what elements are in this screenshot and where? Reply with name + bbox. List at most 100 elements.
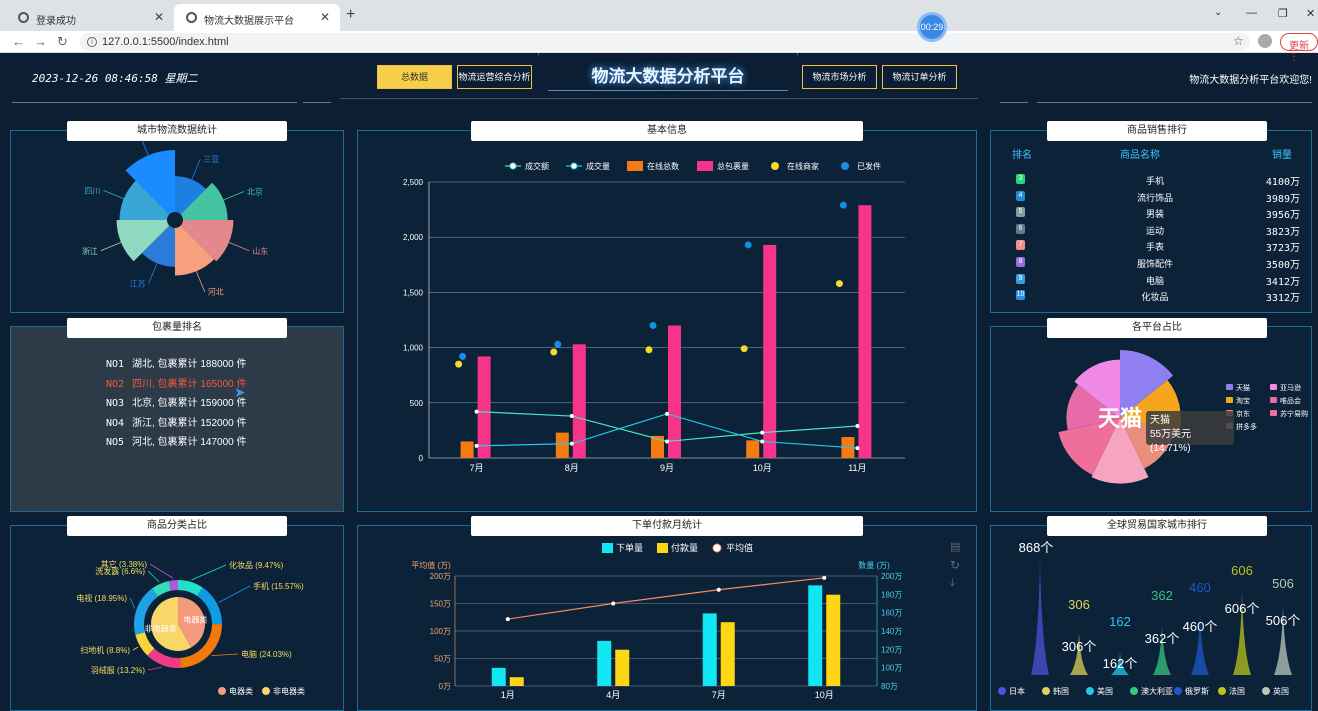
rank-number: NO4: [106, 417, 125, 429]
close-icon[interactable]: ✕: [320, 10, 330, 24]
category-label: 扫地机 (8.8%): [80, 645, 130, 655]
x-tick-label: 1月: [501, 690, 515, 700]
nav-total-data[interactable]: 总数据: [377, 65, 452, 89]
category-leader-line: [218, 585, 251, 603]
city-label: 浙江: [82, 246, 98, 256]
divider: [1037, 102, 1312, 103]
line-成交额: [476, 411, 858, 443]
category-label: 其它 (3.38%): [101, 559, 148, 569]
recording-timer: 00:29: [917, 12, 947, 42]
legend-label: 付款量: [671, 542, 698, 553]
legend-swatch: [570, 162, 578, 170]
minimize-button[interactable]: —: [1246, 7, 1257, 19]
global-title: 全球贸易国家城市排行: [1047, 516, 1267, 536]
platform-title: 各平台占比: [1047, 318, 1267, 338]
tab-search-icon[interactable]: ⌄: [1214, 7, 1222, 18]
back-icon[interactable]: ←: [12, 34, 25, 49]
right-tick-label: 120万: [881, 645, 902, 654]
city-label: 河北: [208, 287, 224, 297]
spike-value-label: 868个: [1019, 540, 1054, 555]
bookmark-star-icon[interactable]: ☆: [1233, 34, 1244, 48]
point-已发件: [459, 352, 467, 360]
close-window-button[interactable]: ✕: [1306, 7, 1315, 20]
restore-icon[interactable]: ↻: [950, 558, 960, 572]
line-point: [716, 587, 721, 592]
welcome-text: 物流大数据分析平台欢迎您!: [1189, 75, 1312, 86]
rank-badge: 5: [1016, 207, 1025, 218]
rank-number: NO2: [106, 378, 125, 390]
bar-下单量: [702, 613, 717, 686]
category-leader-line: [129, 597, 136, 609]
line-point: [665, 439, 669, 444]
platform-center-label: 天猫: [1098, 406, 1142, 431]
y-tick-label: 2,000: [403, 233, 424, 242]
x-tick-label: 4月: [606, 690, 620, 700]
forward-icon[interactable]: →: [34, 34, 47, 49]
bar-总包裹量: [858, 205, 872, 458]
category-label: 化妆品 (9.47%): [229, 560, 284, 570]
download-icon[interactable]: ⤓: [950, 577, 955, 590]
spike-value-label: 306个: [1062, 639, 1097, 654]
bar-总包裹量: [668, 325, 681, 458]
bar-在线总数: [555, 432, 569, 458]
sales-rank-row: 4 流行饰品 3989万: [1010, 189, 1300, 205]
point-在线商家: [740, 345, 748, 353]
legend-label: 英国: [1273, 686, 1289, 696]
product-name: 运动: [1145, 225, 1164, 236]
tab-login-success[interactable]: 登录成功 ✕: [6, 4, 174, 31]
legend-label: 拼多多: [1236, 422, 1257, 431]
legend-swatch: [1218, 687, 1226, 695]
left-tick-label: 50万: [434, 655, 451, 664]
data-view-icon[interactable]: ▤: [950, 540, 960, 553]
legend-swatch: [771, 162, 779, 170]
update-label: 更新: [1289, 41, 1309, 52]
bar-付款量: [509, 677, 524, 686]
sales-rank-row: 9 电脑 3412万: [1010, 272, 1300, 288]
point-已发件: [744, 241, 752, 249]
nav-order-analysis[interactable]: 物流订单分析: [882, 65, 957, 89]
nav-market-analysis[interactable]: 物流市场分析: [802, 65, 877, 89]
info-icon[interactable]: i: [87, 37, 97, 47]
sales-rank-row: 6 运动 3823万: [1010, 222, 1300, 238]
city-label: 山东: [252, 246, 268, 256]
profile-avatar[interactable]: [1258, 34, 1272, 48]
update-button[interactable]: 更新 ⋮: [1280, 33, 1318, 63]
point-已发件: [839, 201, 847, 209]
spike-value-label: 506个: [1266, 613, 1301, 628]
city-center: [167, 212, 183, 228]
sales-rank-row: 7 手表 3723万: [1010, 238, 1300, 254]
spike-value: 460: [1189, 580, 1211, 595]
legend-label: 已发件: [857, 161, 881, 171]
new-tab-button[interactable]: +: [346, 6, 355, 24]
url-field[interactable]: i 127.0.0.1:5500/index.html: [80, 33, 1250, 51]
legend-swatch: [998, 687, 1006, 695]
spike-value-label: 162个: [1103, 656, 1138, 671]
legend-label: 在线商家: [787, 161, 819, 171]
product-name: 手机: [1145, 176, 1164, 186]
legend-swatch: [697, 161, 713, 171]
divider: [340, 98, 978, 99]
product-name: 电脑: [1145, 275, 1164, 286]
rank-text: 北京, 包裹累计 159000 件: [132, 398, 247, 409]
legend-swatch: [1042, 687, 1050, 695]
maximize-button[interactable]: ❐: [1278, 7, 1288, 20]
line-平均值: [507, 577, 825, 620]
nav-operation-analysis[interactable]: 物流运营综合分析: [457, 65, 532, 89]
legend-swatch: [841, 162, 849, 170]
close-icon[interactable]: ✕: [154, 10, 164, 24]
product-sales: 3956万: [1265, 210, 1300, 222]
line-point: [474, 443, 479, 448]
right-tick-label: 160万: [881, 609, 902, 618]
category-donut-chart: 化妆品 (9.47%) 手机 (15.57%) 电脑 (24.03%) 羽绒服 (13…: [76, 559, 305, 696]
spike-value-label: 460个: [1183, 619, 1218, 634]
platform-tooltip: 天猫 55万美元 (14.71%): [1146, 411, 1234, 454]
bar-在线总数: [460, 441, 474, 458]
rank-badge: 8: [1016, 257, 1025, 267]
right-tick-label: 100万: [881, 664, 902, 673]
city-label: 江苏: [130, 279, 146, 289]
legend-swatch: [1226, 397, 1233, 403]
tab-dashboard[interactable]: 物流大数据展示平台 ✕: [174, 4, 340, 31]
reload-icon[interactable]: ↻: [57, 34, 68, 50]
bar-在线总数: [746, 440, 760, 458]
legend-label: 京东: [1236, 409, 1250, 418]
